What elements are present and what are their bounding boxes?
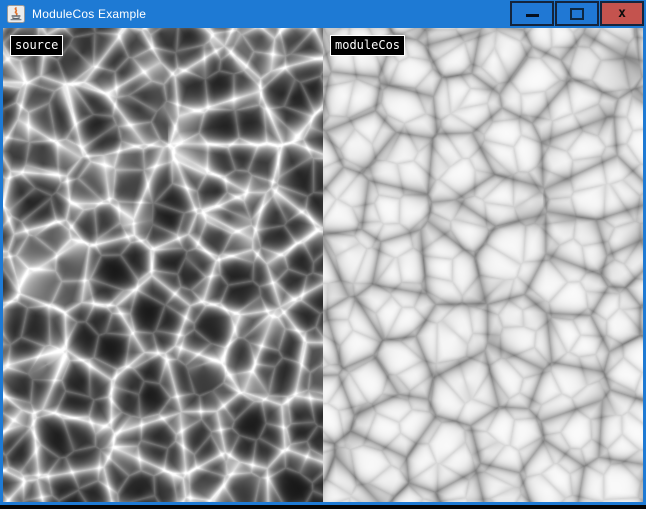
modulecos-panel: moduleCos: [323, 28, 643, 502]
window-title: ModuleCos Example: [32, 7, 146, 21]
screen: ModuleCos Example x source module: [0, 0, 646, 509]
minimize-button[interactable]: [510, 1, 554, 26]
maximize-button[interactable]: [555, 1, 599, 26]
minimize-icon: [526, 14, 539, 17]
modulecos-label: moduleCos: [330, 35, 405, 56]
source-panel: source: [3, 28, 323, 502]
titlebar[interactable]: ModuleCos Example x: [0, 0, 646, 28]
java-coffee-cup-icon: [7, 5, 25, 23]
source-label: source: [10, 35, 63, 56]
close-button[interactable]: x: [600, 1, 644, 26]
modulecos-noise-image: [323, 28, 643, 502]
window-controls: x: [510, 1, 644, 26]
app-window: ModuleCos Example x source module: [0, 0, 646, 505]
close-icon: x: [618, 7, 626, 20]
window-shadow: [0, 505, 646, 509]
source-noise-image: [3, 28, 323, 502]
maximize-icon: [570, 8, 584, 20]
content-area: source moduleCos: [0, 28, 646, 502]
